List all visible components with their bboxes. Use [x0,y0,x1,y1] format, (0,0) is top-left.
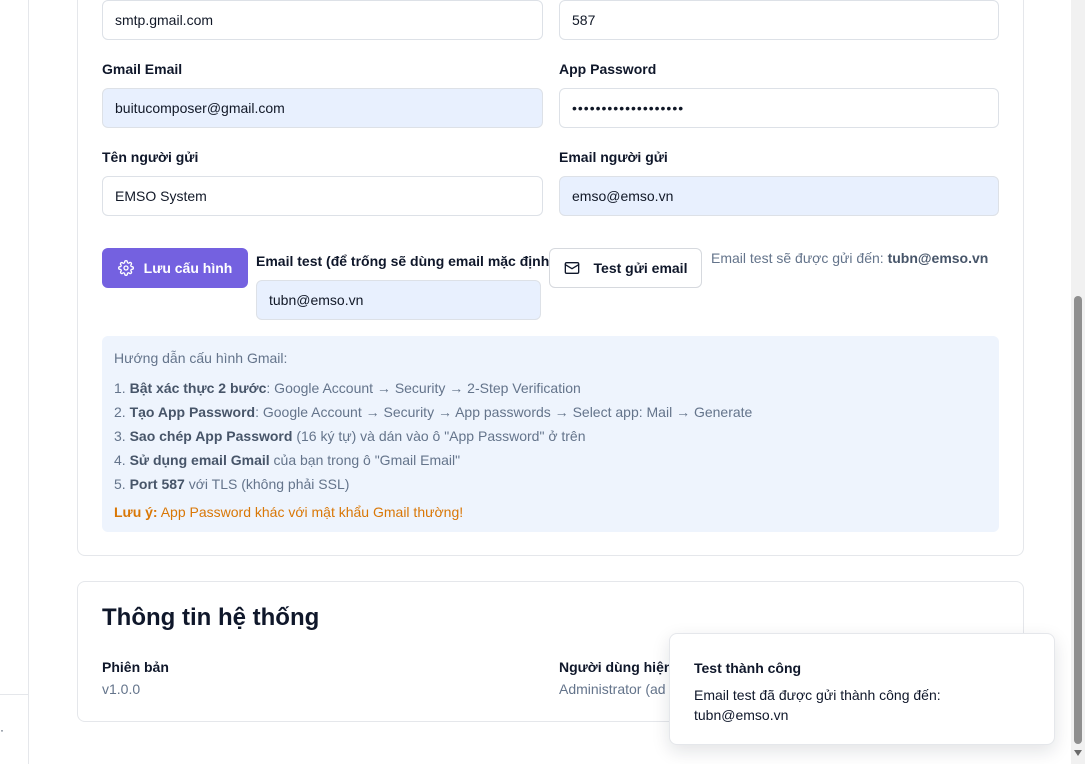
save-button-label: Lưu cấu hình [143,260,233,276]
gmail-email-input[interactable]: buitucomposer@gmail.com [102,88,543,128]
guide-step: 1. Bật xác thực 2 bước: Google Account →… [114,380,581,396]
sidebar-divider [0,694,29,695]
sidebar-edge: · [0,0,29,764]
send-test-button-label: Test gửi email [593,260,688,276]
guide-step: 3. Sao chép App Password (16 ký tự) và d… [114,428,586,444]
save-config-button[interactable]: Lưu cấu hình [102,248,248,288]
app-password-input[interactable]: ••••••••••••••••••• [559,88,999,128]
version-value: v1.0.0 [102,681,141,697]
smtp-host-input[interactable]: smtp.gmail.com [102,0,543,40]
guide-step: 2. Tạo App Password: Google Account → Se… [114,404,753,420]
sender-name-input[interactable]: EMSO System [102,176,543,216]
mail-icon [564,260,580,276]
test-email-hint: Email test sẽ được gửi đến: tubn@emso.vn [711,250,988,266]
gmail-email-label: Gmail Email [102,61,183,77]
current-user-label: Người dùng hiện [559,659,673,675]
smtp-port-input[interactable]: 587 [559,0,999,40]
success-toast[interactable]: Test thành công Email test đã được gửi t… [669,633,1055,745]
sender-email-label: Email người gửi [559,149,668,165]
sender-name-label: Tên người gửi [102,149,199,165]
version-label: Phiên bản [102,659,169,675]
guide-step: 4. Sử dụng email Gmail của bạn trong ô "… [114,452,461,468]
sidebar-collapsed-item[interactable]: · [0,723,4,737]
gear-icon [117,260,134,276]
scrollbar-thumb[interactable] [1074,296,1082,744]
guide-warning-note: Lưu ý: App Password khác với mật khẩu Gm… [114,504,464,520]
scroll-down-arrow-icon[interactable] [1074,750,1082,756]
page-scrollbar[interactable] [1071,0,1085,764]
sender-email-input[interactable]: emso@emso.vn [559,176,999,216]
send-test-email-button[interactable]: Test gửi email [549,248,702,288]
hint-email: tubn@emso.vn [887,250,989,266]
current-user-value: Administrator (ad [559,681,666,697]
toast-title: Test thành công [694,660,802,676]
guide-step: 5. Port 587 với TLS (không phải SSL) [114,476,350,492]
system-info-title: Thông tin hệ thống [102,604,320,631]
gmail-setup-guide: Hướng dẫn cấu hình Gmail: 1. Bật xác thự… [102,336,999,532]
app-password-label: App Password [559,61,657,77]
toast-message: Email test đã được gửi thành công đến: t… [694,687,941,723]
hint-prefix: Email test sẽ được gửi đến: [711,250,884,266]
guide-title: Hướng dẫn cấu hình Gmail: [114,350,288,366]
test-email-label: Email test (để trống sẽ dùng email mặc đ… [256,253,554,269]
test-email-input[interactable]: tubn@emso.vn [256,280,541,320]
